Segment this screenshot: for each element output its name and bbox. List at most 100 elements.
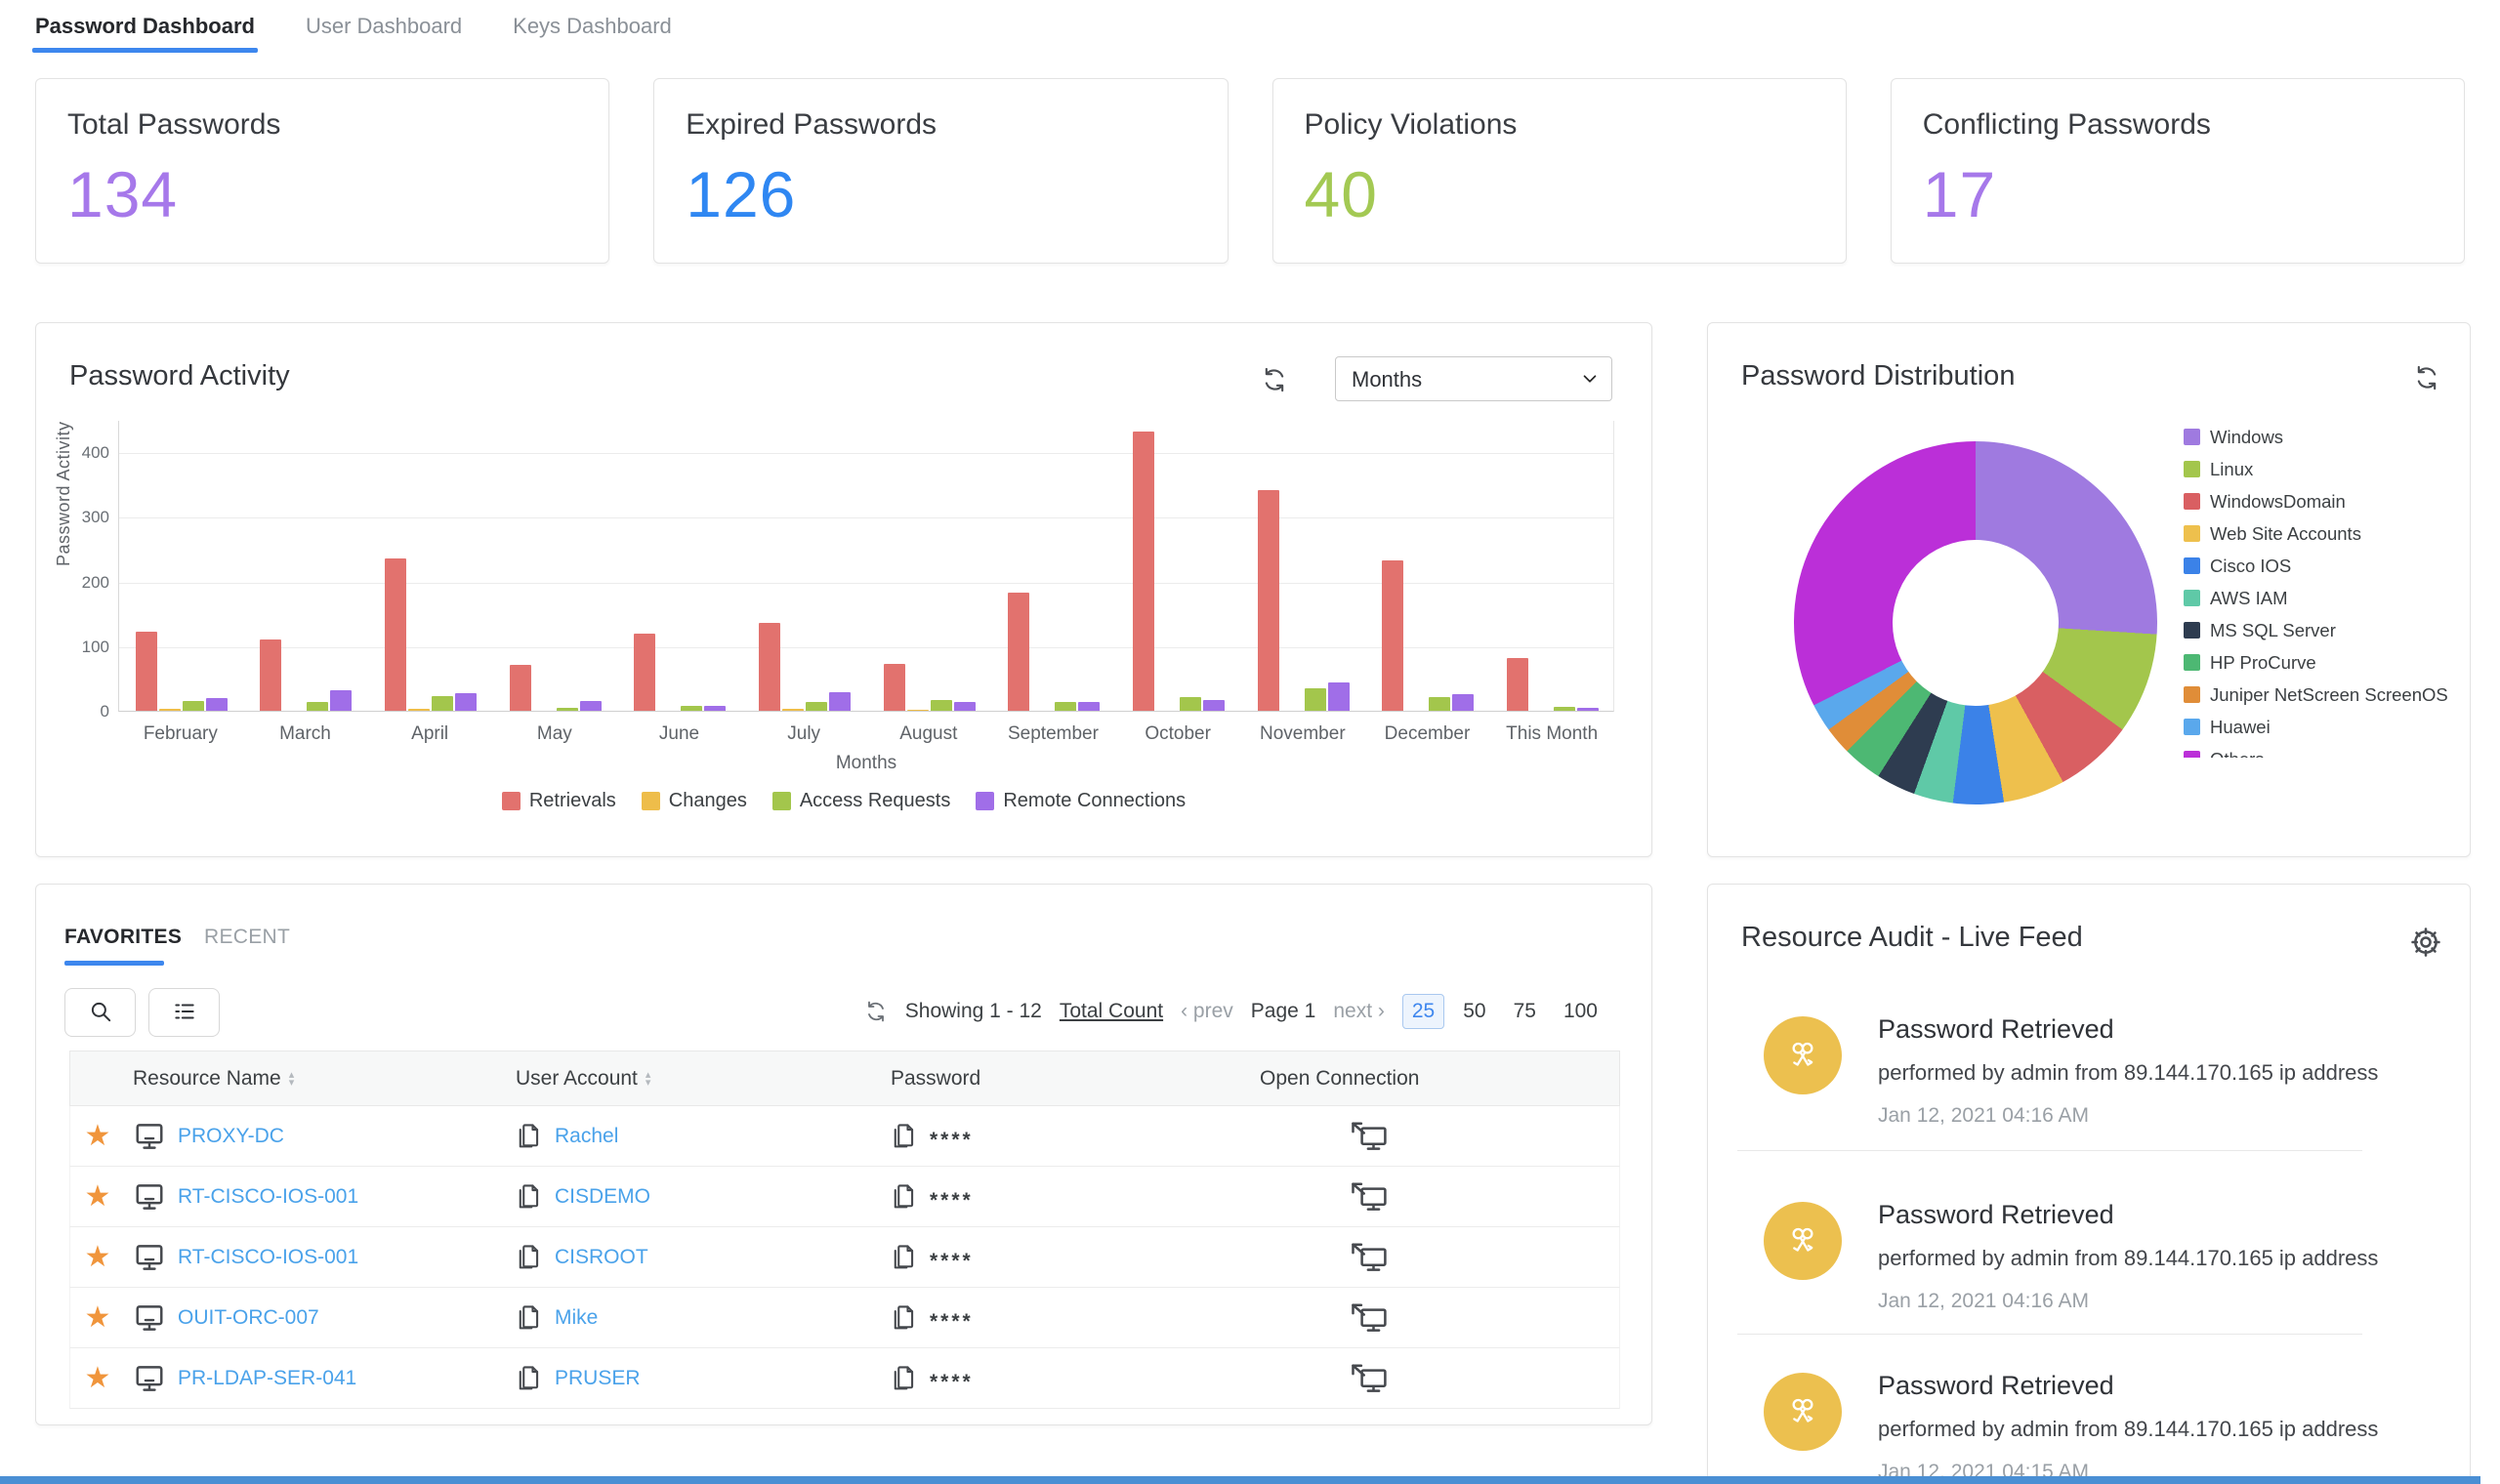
audit-event-timestamp: Jan 12, 2021 04:16 AM [1878, 1290, 2089, 1312]
legend-swatch [2184, 622, 2200, 639]
table-row[interactable]: ★ OUIT-ORC-007 Mike **** [69, 1288, 1620, 1348]
prev-page-button[interactable]: ‹ prev [1181, 1000, 1233, 1023]
user-account-link[interactable]: CISDEMO [555, 1185, 650, 1209]
legend-swatch [2184, 557, 2200, 574]
legend-item-aws-iam[interactable]: AWS IAM [2184, 582, 2457, 614]
legend-item-hp-procurve[interactable]: HP ProCurve [2184, 646, 2457, 679]
legend-item-juniper-netscreen-screenos[interactable]: Juniper NetScreen ScreenOS [2184, 679, 2457, 711]
table-row[interactable]: ★ RT-CISCO-IOS-001 CISDEMO **** [69, 1167, 1620, 1227]
legend-item-linux[interactable]: Linux [2184, 453, 2457, 485]
bar-group-april [368, 421, 493, 711]
nav-tab-password-dashboard[interactable]: Password Dashboard [32, 14, 258, 53]
favorite-star-icon[interactable]: ★ [70, 1119, 125, 1153]
resource-name-link[interactable]: OUIT-ORC-007 [178, 1306, 319, 1330]
copy-password-icon[interactable] [891, 1122, 918, 1151]
stat-card-value: 17 [1922, 158, 1997, 230]
user-account-link[interactable]: CISROOT [555, 1246, 648, 1269]
legend-item-web-site-accounts[interactable]: Web Site Accounts [2184, 517, 2457, 550]
copy-password-icon[interactable] [891, 1182, 918, 1212]
refresh-icon[interactable] [864, 1000, 888, 1023]
tab-favorites[interactable]: FAVORITES [64, 926, 182, 949]
legend-item-huawei[interactable]: Huawei [2184, 711, 2457, 743]
open-connection-icon[interactable] [1350, 1120, 1391, 1153]
period-select[interactable]: Months [1335, 356, 1612, 401]
current-page-label: Page 1 [1250, 1000, 1316, 1022]
resource-name-link[interactable]: PROXY-DC [178, 1125, 284, 1148]
favorite-star-icon[interactable]: ★ [70, 1361, 125, 1395]
legend-item-access-requests[interactable]: Access Requests [771, 790, 950, 812]
legend-item-ms-sql-server[interactable]: MS SQL Server [2184, 614, 2457, 646]
tab-recent[interactable]: RECENT [204, 926, 290, 949]
legend-item-windowsdomain[interactable]: WindowsDomain [2184, 485, 2457, 517]
legend-swatch [2184, 590, 2200, 606]
copy-account-icon[interactable] [516, 1122, 543, 1151]
favorite-star-icon[interactable]: ★ [70, 1240, 125, 1274]
resource-name-link[interactable]: PR-LDAP-SER-041 [178, 1367, 356, 1390]
gear-icon[interactable] [2409, 926, 2442, 959]
keys-avatar-icon [1764, 1373, 1842, 1451]
legend-item-retrievals[interactable]: Retrievals [501, 790, 616, 812]
column-chooser-button[interactable] [148, 988, 220, 1037]
table-row[interactable]: ★ PR-LDAP-SER-041 PRUSER **** [69, 1348, 1620, 1409]
table-row[interactable]: ★ RT-CISCO-IOS-001 CISROOT **** [69, 1227, 1620, 1288]
refresh-icon[interactable] [1261, 366, 1288, 393]
copy-account-icon[interactable] [516, 1303, 543, 1333]
column-header-resource-name[interactable]: Resource Name ▴ ▾ [125, 1067, 508, 1091]
copy-account-icon[interactable] [516, 1182, 543, 1212]
open-connection-icon[interactable] [1350, 1180, 1391, 1214]
table-row[interactable]: ★ PROXY-DC Rachel **** [69, 1106, 1620, 1167]
copy-password-icon[interactable] [891, 1364, 918, 1393]
masked-password: **** [930, 1309, 974, 1333]
activity-chart-xlabel: Months [835, 753, 897, 773]
nav-tab-keys-dashboard[interactable]: Keys Dashboard [513, 14, 672, 53]
legend-item-cisco-ios[interactable]: Cisco IOS [2184, 550, 2457, 582]
legend-item-remote-connections[interactable]: Remote Connections [976, 790, 1186, 812]
legend-item-others[interactable]: Others [2184, 743, 2457, 758]
legend-swatch [976, 792, 995, 810]
password-cell: **** [883, 1121, 1252, 1152]
page-size-75[interactable]: 75 [1505, 995, 1545, 1028]
legend-label: Remote Connections [1003, 790, 1187, 811]
horizontal-scrollbar-thumb[interactable] [0, 1476, 2480, 1484]
favorite-star-icon[interactable]: ★ [70, 1300, 125, 1335]
page-size-50[interactable]: 50 [1454, 995, 1494, 1028]
resource-name-link[interactable]: RT-CISCO-IOS-001 [178, 1246, 358, 1269]
open-connection-icon[interactable] [1350, 1301, 1391, 1335]
open-connection-icon[interactable] [1350, 1362, 1391, 1395]
user-account-link[interactable]: Mike [555, 1306, 598, 1330]
copy-password-icon[interactable] [891, 1303, 918, 1333]
bar-remote-connections [330, 690, 353, 711]
copy-password-icon[interactable] [891, 1243, 918, 1272]
legend-item-changes[interactable]: Changes [641, 790, 747, 812]
next-page-button[interactable]: next › [1333, 1000, 1385, 1023]
user-account-link[interactable]: Rachel [555, 1125, 618, 1148]
nav-tab-user-dashboard[interactable]: User Dashboard [306, 14, 462, 53]
search-button[interactable] [64, 988, 136, 1037]
stat-card-policy-violations: Policy Violations 40 [1271, 78, 1847, 264]
masked-password: **** [930, 1370, 974, 1393]
column-header-user-account[interactable]: User Account ▴ ▾ [508, 1067, 883, 1091]
x-axis-tick-label: This Month [1506, 723, 1599, 744]
period-select-wrap: Months [1335, 356, 1612, 401]
stat-card-expired-passwords: Expired Passwords 126 [653, 78, 1229, 264]
stat-card-total-passwords: Total Passwords 134 [35, 78, 610, 264]
user-account-cell: PRUSER [508, 1364, 883, 1393]
bar-retrievals [385, 558, 407, 711]
legend-item-windows[interactable]: Windows [2184, 421, 2457, 453]
open-connection-icon[interactable] [1350, 1241, 1391, 1274]
copy-account-icon[interactable] [516, 1364, 543, 1393]
total-count-link[interactable]: Total Count [1060, 1000, 1163, 1023]
refresh-icon[interactable] [2413, 364, 2440, 392]
copy-account-icon[interactable] [516, 1243, 543, 1272]
page-size-100[interactable]: 100 [1555, 995, 1606, 1028]
page-size-25[interactable]: 25 [1401, 994, 1445, 1029]
favorite-star-icon[interactable]: ★ [70, 1179, 125, 1214]
resource-name-link[interactable]: RT-CISCO-IOS-001 [178, 1185, 358, 1209]
stat-cards-row: Total Passwords 134 Expired Passwords 126 Po… [35, 78, 2465, 264]
user-account-link[interactable]: PRUSER [555, 1367, 641, 1390]
x-axis-tick-label: October [1145, 723, 1211, 744]
bar-remote-connections [579, 701, 602, 711]
bar-group-this-month [1490, 421, 1615, 711]
stat-card-value: 134 [67, 158, 179, 230]
column-header-open-connection: Open Connection [1260, 1066, 1420, 1090]
